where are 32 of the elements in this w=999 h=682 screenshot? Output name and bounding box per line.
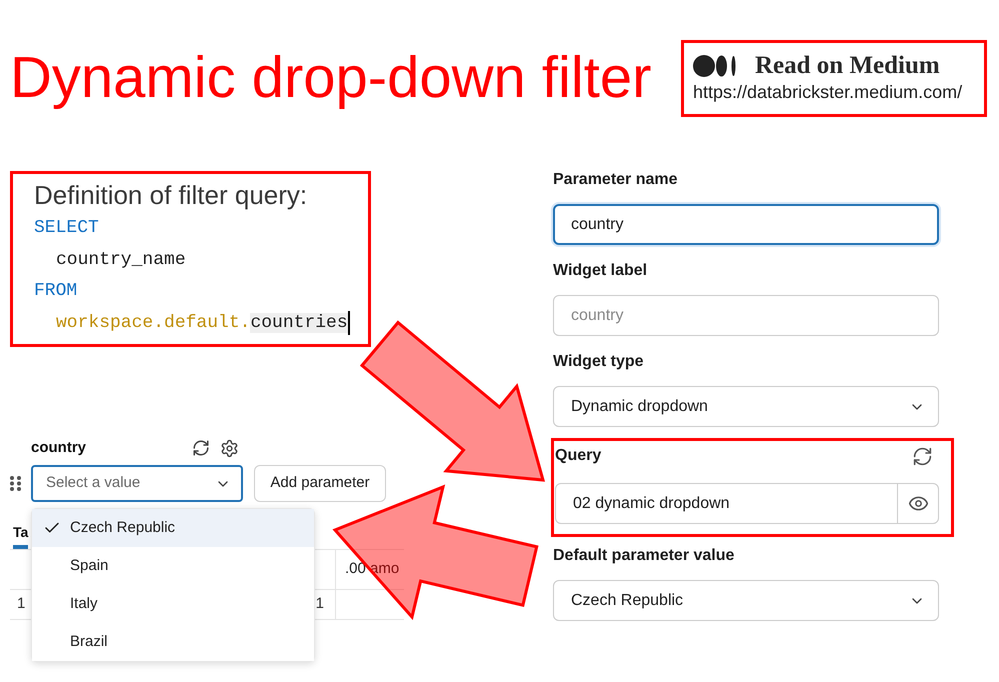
row-number: 1 (17, 594, 26, 614)
refresh-icon[interactable] (912, 446, 933, 466)
code-line: workspace.default.countries (56, 312, 349, 335)
field-label: Default parameter value (553, 546, 734, 566)
field-label: Widget type (553, 352, 644, 372)
select-field[interactable]: Dynamic dropdown (553, 386, 939, 427)
query-field[interactable]: 02 dynamic dropdown (555, 483, 939, 524)
add-parameter-button[interactable]: Add parameter (254, 465, 386, 502)
settings-icon[interactable] (220, 438, 239, 458)
select-field[interactable]: Czech Republic (553, 580, 939, 621)
banner-heading: Read on Medium (755, 53, 940, 79)
parameter-label: country (31, 438, 88, 458)
field-label: Parameter name (553, 170, 678, 190)
code-line: FROM (34, 280, 78, 304)
code-line: country_name (56, 248, 187, 272)
code-card-title: Definition of filter query: (34, 179, 308, 211)
select-field[interactable]: Select a value (31, 465, 243, 502)
code-line: SELECT (34, 217, 100, 240)
field-label: Widget label (553, 261, 648, 281)
url-text: https://databrickster.medium.com/ (693, 81, 964, 103)
field-label: Query (555, 446, 602, 466)
dropdown-option[interactable]: Brazil (32, 623, 314, 661)
table-cell-text: 1 (316, 594, 324, 614)
refresh-icon[interactable] (192, 439, 210, 457)
dropdown-option[interactable]: Spain (32, 547, 314, 585)
dropdown-option[interactable]: Italy (32, 585, 314, 623)
dropdown-option[interactable]: Czech Republic (32, 509, 314, 547)
logo-icon (693, 55, 737, 77)
medium-banner[interactable]: Read on Medium https://databrickster.medium.com/ (681, 40, 987, 117)
drag-handle-icon[interactable] (10, 476, 21, 491)
input-field[interactable]: country (553, 204, 939, 245)
page-title: Dynamic drop-down filter (10, 49, 652, 112)
